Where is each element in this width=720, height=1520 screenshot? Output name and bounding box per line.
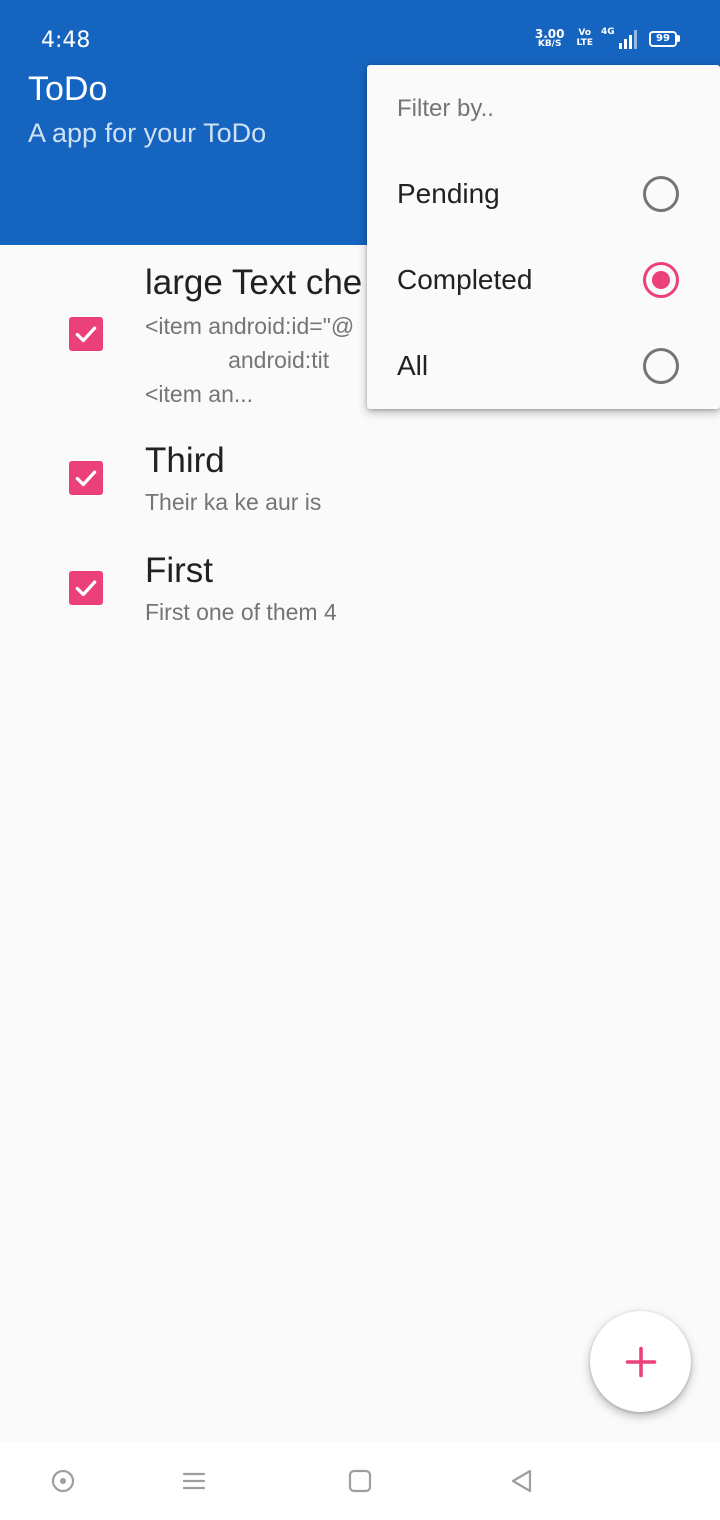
radio-button-unchecked[interactable]	[643, 176, 679, 212]
todo-title: large Text che	[145, 263, 363, 302]
signal-strength-icon: 4G	[601, 27, 637, 49]
radio-button-checked[interactable]	[643, 262, 679, 298]
plus-icon	[625, 1346, 656, 1377]
todo-item[interactable]: Third Their ka ke aur is	[0, 435, 720, 545]
filter-popup-menu: Filter by.. Pending Completed All	[367, 65, 720, 409]
back-button[interactable]	[502, 1461, 542, 1501]
filter-menu-header: Filter by..	[397, 95, 494, 122]
filter-option-label: Pending	[397, 178, 500, 209]
assistant-icon	[51, 1469, 75, 1493]
todo-checkbox[interactable]	[69, 461, 103, 495]
back-triangle-icon	[511, 1469, 532, 1493]
todo-title: Third	[145, 441, 225, 480]
app-subtitle: A app for your ToDo	[28, 118, 267, 148]
network-speed-unit: KB/S	[537, 39, 562, 49]
todo-checkbox[interactable]	[69, 571, 103, 605]
check-icon	[75, 326, 97, 343]
filter-option-completed[interactable]: Completed	[367, 237, 720, 323]
home-square-icon	[348, 1469, 372, 1493]
volte-bottom-label: LTE	[576, 37, 593, 48]
app-title: ToDo	[28, 70, 108, 108]
todo-description: First one of them 4	[145, 599, 337, 625]
add-todo-button[interactable]	[590, 1311, 691, 1412]
filter-option-all[interactable]: All	[367, 323, 720, 409]
todo-item[interactable]: First First one of them 4	[0, 545, 720, 655]
battery-icon: 99	[649, 30, 680, 47]
battery-level: 99	[649, 30, 677, 47]
radio-button-unchecked[interactable]	[643, 348, 679, 384]
todo-checkbox[interactable]	[69, 317, 103, 351]
assistant-button[interactable]	[43, 1461, 83, 1501]
filter-option-label: Completed	[397, 264, 533, 295]
recents-menu-icon	[182, 1472, 206, 1490]
filter-option-label: All	[397, 350, 429, 381]
filter-option-pending[interactable]: Pending	[367, 151, 720, 237]
recents-button[interactable]	[174, 1461, 214, 1501]
network-type-label: 4G	[601, 26, 615, 37]
todo-description: Their ka ke aur is	[145, 489, 322, 515]
system-navigation-bar	[0, 1441, 720, 1520]
home-button[interactable]	[340, 1461, 380, 1501]
status-time: 4:48	[41, 28, 91, 53]
todo-description: <item android:id="@ android:tit <item an…	[145, 313, 355, 407]
todo-title: First	[145, 551, 214, 590]
status-icons: 3.00 KB/S Vo LTE 4G 99	[535, 27, 680, 49]
check-icon	[75, 470, 97, 487]
check-icon	[75, 580, 97, 597]
volte-icon: Vo LTE	[576, 28, 593, 48]
network-speed-indicator: 3.00 KB/S	[535, 28, 565, 49]
